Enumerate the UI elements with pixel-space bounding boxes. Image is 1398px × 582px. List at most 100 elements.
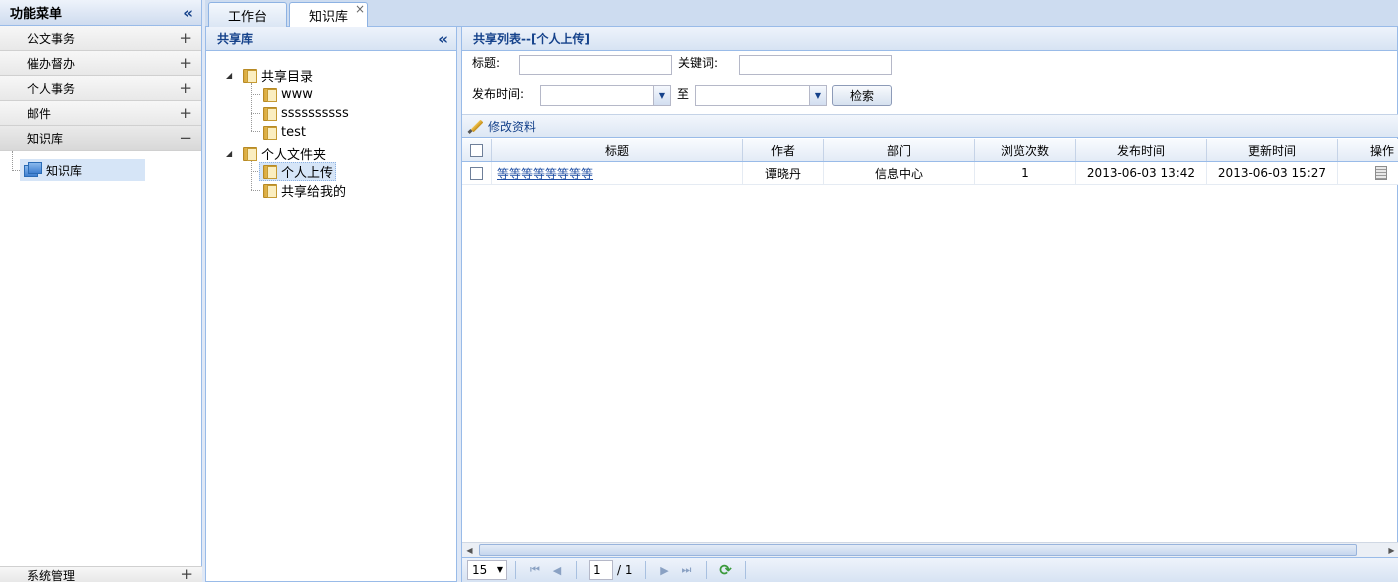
grid-toolbar: 修改资料 [462,114,1398,138]
pencil-icon [468,118,484,134]
menu-section-mail[interactable]: 邮件 + [0,101,201,126]
prev-page-icon[interactable]: ◀ [549,562,565,578]
menu-section-label: 邮件 [27,106,52,121]
row-title-link[interactable]: 等等等等等等等等 [497,165,593,182]
tree-connector [251,131,260,132]
function-menu-title: 功能菜单 [10,7,63,22]
table-row[interactable]: 等等等等等等等等 谭晓丹 信息中心 1 2013-06-03 13:42 201… [462,162,1398,185]
column-header-published[interactable]: 发布时间 [1076,139,1207,161]
paging-toolbar: 15 ▼ ⏮ ◀ 1 / 1 ▶ ⏭ ⟳ [462,557,1398,582]
publish-date-label: 发布时间: [472,87,525,101]
tree-node-label: test [281,125,306,140]
search-button[interactable]: 检索 [832,85,892,106]
tree-connector [251,83,252,131]
plus-icon: + [180,566,193,582]
chevron-down-icon[interactable]: ▼ [653,86,670,105]
tree-node-label: 共享给我的 [281,185,347,200]
scrollbar-thumb[interactable] [479,544,1357,556]
row-views-cell: 1 [975,162,1076,184]
toolbar-separator [576,561,577,579]
tree-node-label: ssssssssss [281,106,349,121]
expand-toggle-icon[interactable]: ◢ [226,149,232,158]
sidebar-item-knowledge[interactable]: 知识库 [20,159,145,181]
folder-icon [262,107,278,121]
expand-toggle-icon[interactable]: ◢ [226,71,232,80]
edit-info-button[interactable]: 修改资料 [468,118,536,135]
select-all-checkbox[interactable] [470,143,483,157]
total-pages-text: / 1 [617,563,633,577]
page-size-value: 15 [472,563,488,577]
panel-title: 共享库 [217,32,254,46]
page-size-select[interactable]: 15 ▼ [467,560,507,580]
double-chevron-left-icon[interactable]: « [183,4,193,22]
tree-connector [251,94,260,95]
folder-icon [262,165,278,179]
keyword-input[interactable] [739,55,892,75]
menu-section-system[interactable]: 系统管理 + [0,566,202,582]
column-header-views[interactable]: 浏览次数 [975,139,1076,161]
tree-node-personal[interactable]: 个人文件夹 [242,144,326,163]
tree-node-shared-to-me[interactable]: 共享给我的 [262,181,346,200]
plus-icon: + [179,54,192,72]
toolbar-separator [744,561,746,579]
column-header-author[interactable]: 作者 [743,139,824,161]
row-actions-cell [1338,162,1398,184]
plus-icon: + [179,29,192,47]
menu-section-label: 系统管理 [27,569,76,582]
scroll-right-icon[interactable]: ▶ [1384,543,1398,557]
first-page-icon[interactable]: ⏮ [527,562,543,578]
knowledge-base-icon [23,161,43,179]
minus-icon: − [179,129,192,147]
folder-icon [262,126,278,140]
folder-icon [262,184,278,198]
menu-section-knowledge[interactable]: 知识库 − [0,126,201,151]
shared-list-header: 共享列表--[个人上传] [462,27,1397,51]
menu-section-personal[interactable]: 个人事务 + [0,76,201,101]
chevron-down-icon[interactable]: ▼ [809,86,826,105]
last-page-icon[interactable]: ⏭ [679,562,695,578]
panel-title: 共享列表--[个人上传] [473,32,590,46]
chevron-down-icon: ▼ [496,565,503,574]
refresh-icon[interactable]: ⟳ [718,561,734,579]
horizontal-scrollbar[interactable]: ◀ ▶ [462,542,1398,557]
edit-info-label: 修改资料 [488,119,537,134]
row-published-cell: 2013-06-03 13:42 [1076,162,1207,184]
menu-section-documents[interactable]: 公文事务 + [0,26,201,51]
column-header-dept[interactable]: 部门 [824,139,975,161]
column-header-updated[interactable]: 更新时间 [1207,139,1338,161]
tree-node-label: www [281,87,313,102]
tree-node-shared-dir[interactable]: 共享目录 [242,66,313,85]
tree-node-personal-upload[interactable]: 个人上传 [259,162,337,181]
date-to-combo[interactable]: ▼ [695,85,827,106]
tab-label: 工作台 [227,9,267,25]
tree-node-test[interactable]: test [262,123,306,142]
close-icon[interactable]: × [355,2,365,16]
current-page-input[interactable]: 1 [589,560,613,580]
menu-section-label: 个人事务 [27,81,76,96]
row-select-cell [462,162,492,184]
scroll-left-icon[interactable]: ◀ [462,543,477,557]
next-page-icon[interactable]: ▶ [657,562,673,578]
menu-section-supervision[interactable]: 催办督办 + [0,51,201,76]
title-input[interactable] [519,55,672,75]
document-icon[interactable] [1375,166,1387,180]
tab-strip: 工作台 知识库 × [205,0,1398,28]
row-checkbox[interactable] [470,166,483,180]
tree-node-sss[interactable]: ssssssssss [262,104,349,123]
tab-workbench[interactable]: 工作台 [208,2,287,27]
row-author-cell: 谭晓丹 [743,162,824,184]
column-header-actions: 操作 [1370,143,1395,158]
tree-node-www[interactable]: www [262,85,313,104]
column-header-title[interactable]: 标题 [492,139,743,161]
tab-knowledge[interactable]: 知识库 × [289,2,368,28]
row-title-cell: 等等等等等等等等 [492,162,743,184]
to-label: 至 [677,87,690,101]
date-from-combo[interactable]: ▼ [540,85,671,106]
row-dept-cell: 信息中心 [824,162,975,184]
tree-connector [251,113,260,114]
plus-icon: + [179,79,192,97]
function-menu-panel: 功能菜单 « 公文事务 + 催办督办 + 个人事务 + 邮件 + 知识库 − 知… [0,0,202,582]
grid-header: 标题 作者 部门 浏览次数 发布时间 更新时间 操作 [462,139,1398,162]
folder-icon [262,88,278,102]
double-chevron-left-icon[interactable]: « [438,30,448,48]
